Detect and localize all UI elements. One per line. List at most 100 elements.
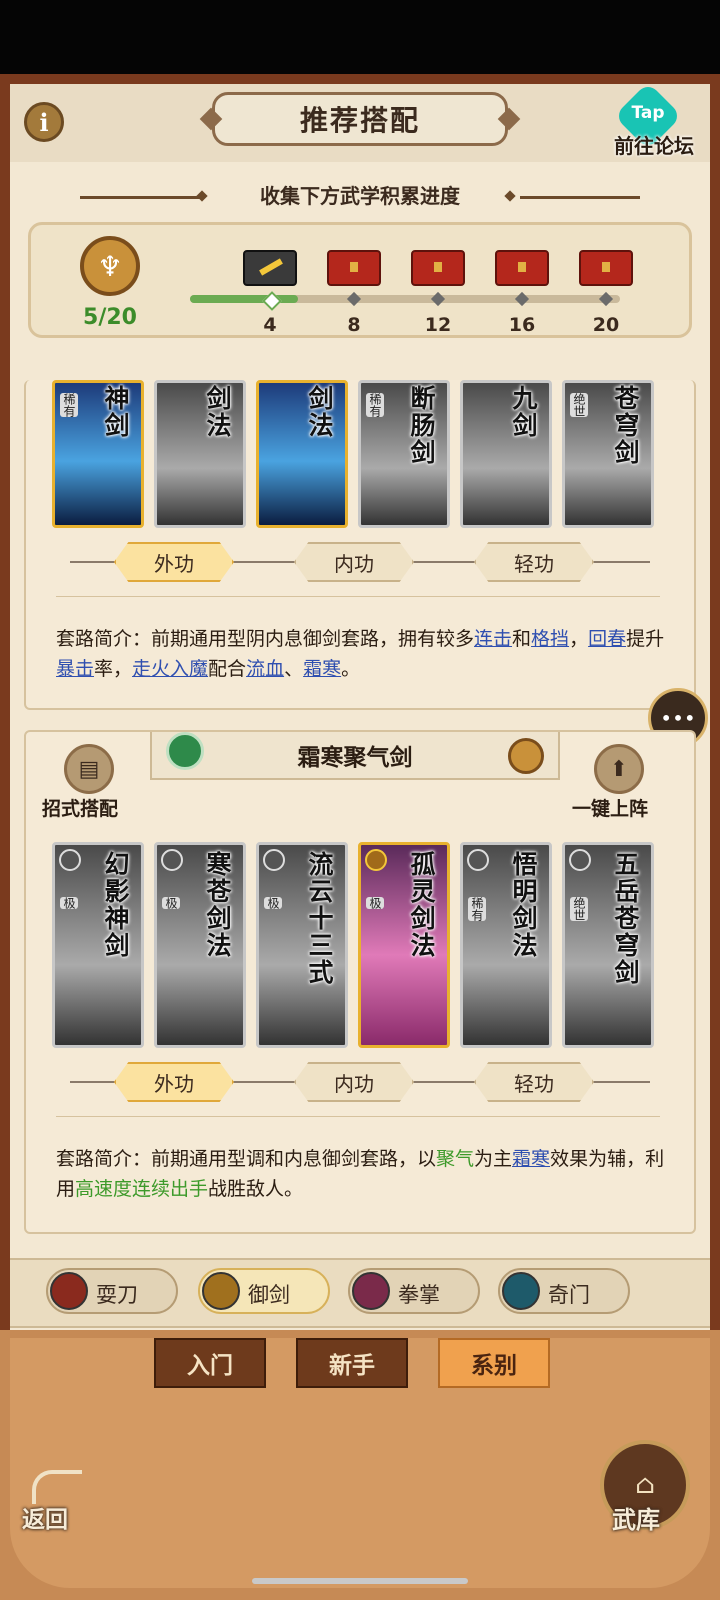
skill-card-name: 幻影神剑: [101, 851, 130, 959]
set2-title-plate: 霜寒聚气剑: [150, 732, 560, 780]
milestone-chest-8[interactable]: [324, 250, 384, 286]
chest-icon[interactable]: [495, 250, 549, 286]
milestone-label: 12: [424, 314, 452, 336]
skill-card-name: 孤灵剑法: [407, 851, 436, 959]
milestone-label: 8: [347, 314, 361, 336]
separator: [56, 1116, 660, 1117]
skill-card[interactable]: 五岳苍穹剑 绝世: [562, 842, 654, 1048]
keyword-link[interactable]: 走火入魔: [132, 658, 208, 680]
info-icon[interactable]: i: [24, 102, 64, 142]
tab-neigong[interactable]: 内功: [294, 1062, 414, 1102]
skill-card[interactable]: 神剑 稀有: [52, 380, 144, 528]
desc-text: 套路简介：前期通用型调和内息御剑套路，以: [56, 1148, 437, 1170]
chest-icon[interactable]: [579, 250, 633, 286]
category-fan[interactable]: 奇门: [498, 1268, 630, 1314]
tab-waigong[interactable]: 外功: [114, 542, 234, 582]
tab-qinggong[interactable]: 轻功: [474, 542, 594, 582]
rarity-tag: 绝世: [570, 897, 588, 921]
sword-type-icon: [467, 849, 489, 871]
armory-button[interactable]: 武库: [612, 1500, 660, 1535]
skill-card-name: 寒苍剑法: [203, 851, 232, 959]
keyword-link[interactable]: 格挡: [531, 628, 569, 650]
back-arrow-icon[interactable]: [32, 1470, 82, 1504]
tab-qinggong[interactable]: 轻功: [474, 1062, 594, 1102]
category-blade[interactable]: 耍刀: [46, 1268, 178, 1314]
skill-card[interactable]: 苍穹剑 绝世: [562, 380, 654, 528]
milestone-chest-20[interactable]: [576, 250, 636, 286]
rarity-tag: 稀有: [468, 897, 486, 921]
rarity-tag: 极: [264, 897, 282, 909]
skill-card[interactable]: 寒苍剑法 极: [154, 842, 246, 1048]
tab-school[interactable]: 系别: [438, 1338, 550, 1388]
sword-type-icon: [365, 849, 387, 871]
rarity-tag: 极: [60, 897, 78, 909]
blade-icon: [50, 1272, 88, 1310]
category-fist[interactable]: 拳掌: [348, 1268, 480, 1314]
sword-type-icon: [263, 849, 285, 871]
keyword-link[interactable]: 暴击: [56, 658, 94, 680]
desc-text: 和: [512, 628, 532, 650]
skill-card-name: 神剑: [101, 385, 130, 439]
tab-beginner-intro[interactable]: 入门: [154, 1338, 266, 1388]
milestone-label: 20: [592, 314, 620, 336]
desc-text: 提升: [626, 628, 665, 650]
skill-card[interactable]: 幻影神剑 极: [52, 842, 144, 1048]
desc-text: 。: [341, 658, 361, 680]
home-indicator[interactable]: [252, 1578, 468, 1584]
category-label: 拳掌: [398, 1283, 440, 1307]
back-button[interactable]: 返回: [22, 1500, 68, 1534]
desc-text: 、: [284, 658, 304, 680]
scroll-icon[interactable]: ▤: [64, 744, 114, 794]
opened-chest-icon[interactable]: [243, 250, 297, 286]
one-click-deploy-button[interactable]: 一键上阵: [572, 794, 648, 821]
set2-type-tabs: 外功 内功 轻功: [70, 1062, 650, 1102]
skill-card-name: 剑法: [305, 385, 334, 439]
keyword-highlight: 高速度连续出手: [75, 1178, 209, 1200]
desc-text: 战胜敌人。: [208, 1178, 304, 1200]
milestone-chest-12[interactable]: [408, 250, 468, 286]
sword-emblem-icon: [508, 738, 544, 774]
keyword-link[interactable]: 霜寒: [512, 1148, 550, 1170]
desc-text: 配合: [208, 658, 247, 680]
forum-link[interactable]: 前往论坛: [604, 130, 704, 159]
chest-icon[interactable]: [327, 250, 381, 286]
tab-newbie[interactable]: 新手: [296, 1338, 408, 1388]
divider-right: [520, 196, 640, 199]
keyword-link[interactable]: 霜寒: [303, 658, 341, 680]
milestone-chest-16[interactable]: [492, 250, 552, 286]
taptap-logo-text: Tap: [631, 103, 665, 123]
milestone-label: 4: [263, 314, 277, 336]
keyword-highlight: 聚气: [436, 1148, 475, 1170]
sword-icon: [202, 1272, 240, 1310]
desc-text: 率，: [94, 658, 133, 680]
keyword-link[interactable]: 流血: [246, 658, 284, 680]
upload-icon[interactable]: ⬆: [594, 744, 644, 794]
category-sword[interactable]: 御剑: [198, 1268, 330, 1314]
set2-title: 霜寒聚气剑: [297, 744, 413, 771]
tab-neigong[interactable]: 内功: [294, 542, 414, 582]
skill-card-name: 苍穹剑: [611, 385, 640, 466]
chest-icon[interactable]: [411, 250, 465, 286]
rarity-tag: 极: [366, 897, 384, 909]
skill-card[interactable]: 孤灵剑法 极: [358, 842, 450, 1048]
sword-type-icon: [161, 849, 183, 871]
skill-card-name: 剑法: [203, 385, 232, 439]
tab-waigong[interactable]: 外功: [114, 1062, 234, 1102]
skill-card[interactable]: 剑法: [154, 380, 246, 528]
keyword-link[interactable]: 回春: [588, 628, 626, 650]
moves-setup-button[interactable]: 招式搭配: [42, 794, 118, 821]
skill-card[interactable]: 流云十三式 极: [256, 842, 348, 1048]
skill-card[interactable]: 断肠剑 稀有: [358, 380, 450, 528]
skill-card[interactable]: 九剑: [460, 380, 552, 528]
status-bar: [0, 0, 720, 74]
skill-card[interactable]: 悟明剑法 稀有: [460, 842, 552, 1048]
rarity-tag: 稀有: [60, 393, 78, 417]
skill-card[interactable]: 剑法: [256, 380, 348, 528]
moon-icon: [166, 732, 204, 770]
category-label: 奇门: [548, 1283, 590, 1307]
sword-type-icon: [59, 849, 81, 871]
progress-track: [190, 295, 620, 303]
keyword-link[interactable]: 连击: [474, 628, 512, 650]
skill-card-name: 悟明剑法: [509, 851, 538, 959]
milestone-chest-4[interactable]: [240, 250, 300, 286]
